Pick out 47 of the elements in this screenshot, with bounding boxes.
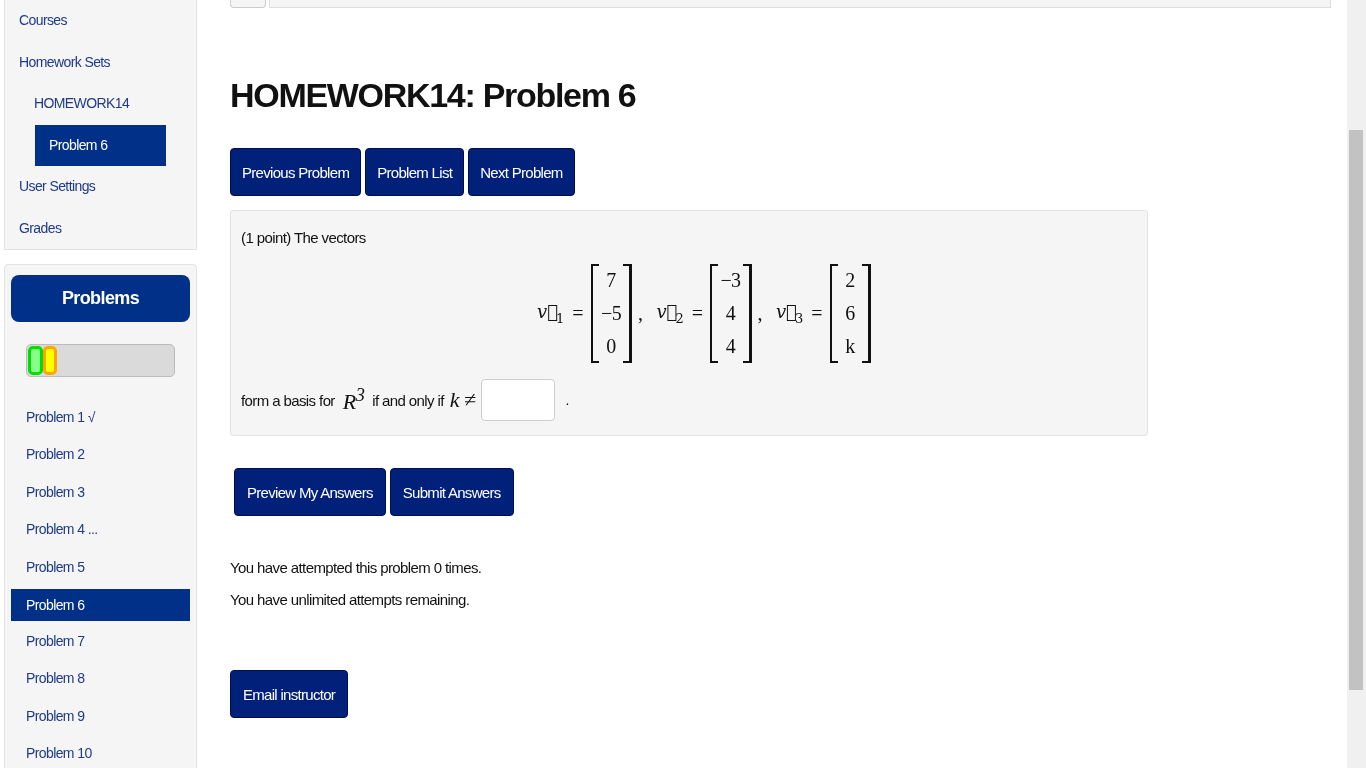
nav-link[interactable]: Grades	[5, 207, 76, 249]
problem-link[interactable]: Problem 8	[11, 660, 190, 698]
problems-heading: Problems	[11, 275, 190, 322]
comma: ,	[638, 302, 643, 325]
problem-nav-button[interactable]: Previous Problem	[230, 148, 362, 196]
problem-link[interactable]: Problem 2	[11, 436, 190, 474]
toolbar-button[interactable]	[230, 0, 266, 8]
inequality-symbol: k ≠	[449, 387, 476, 413]
answer-button[interactable]: Submit Answers	[389, 468, 514, 516]
scrollbar-thumb[interactable]	[1349, 130, 1363, 690]
equals-sign: =	[811, 302, 822, 325]
page-title: HOMEWORK14: Problem 6	[230, 78, 636, 112]
problem-link[interactable]: Problem 10	[11, 735, 190, 768]
column-vector: −3 4 4	[710, 264, 752, 363]
nav-link[interactable]: Problem 6	[35, 124, 166, 166]
nav-link[interactable]: Homework Sets	[5, 41, 124, 83]
problem-nav-button[interactable]: Next Problem	[468, 148, 575, 196]
problem-link[interactable]: Problem 6	[11, 588, 190, 621]
answer-field[interactable]	[481, 379, 556, 421]
problem-link[interactable]: Problem 7	[11, 622, 190, 661]
period: .	[565, 392, 569, 408]
equals-sign: =	[691, 302, 703, 325]
problem-link[interactable]: Problem 3	[11, 473, 190, 512]
column-vector: 2 6 k	[829, 264, 871, 363]
equals-sign: =	[572, 302, 583, 325]
vector-label: v⃗$_{1}$	[537, 301, 565, 326]
attempts-message: You have attempted this problem 0 times.	[230, 558, 482, 578]
space-symbol: R$^{3}$	[342, 384, 365, 416]
attempts-message: You have unlimited attempts remaining.	[230, 590, 470, 610]
problem-link[interactable]: Problem 5	[11, 548, 190, 586]
scrollbar[interactable]	[1347, 0, 1366, 768]
answer-button[interactable]: Preview My Answers	[234, 468, 386, 516]
nav-link[interactable]: HOMEWORK14	[20, 83, 144, 125]
problem-link[interactable]: Problem 4 ...	[11, 511, 190, 549]
problem-intro: (1 point) The vectors	[241, 229, 367, 246]
problem-link[interactable]: Problem 1 √	[11, 399, 190, 437]
answer-prefix: form a basis for	[241, 391, 335, 409]
email-instructor-button[interactable]: Email instructor	[230, 670, 349, 718]
problem-nav-button[interactable]: Problem List	[365, 148, 465, 196]
vector-label: v⃗$_{2}$	[656, 301, 684, 326]
nav-link[interactable]: User Settings	[5, 166, 110, 208]
column-vector: 7 −5 0	[590, 264, 633, 363]
problem-link[interactable]: Problem 9	[11, 697, 190, 736]
comma: ,	[757, 302, 762, 325]
answer-condition-text: if and only if	[372, 391, 444, 409]
vector-label: v⃗$_{3}$	[775, 301, 804, 326]
nav-link[interactable]: Courses	[5, 0, 81, 42]
